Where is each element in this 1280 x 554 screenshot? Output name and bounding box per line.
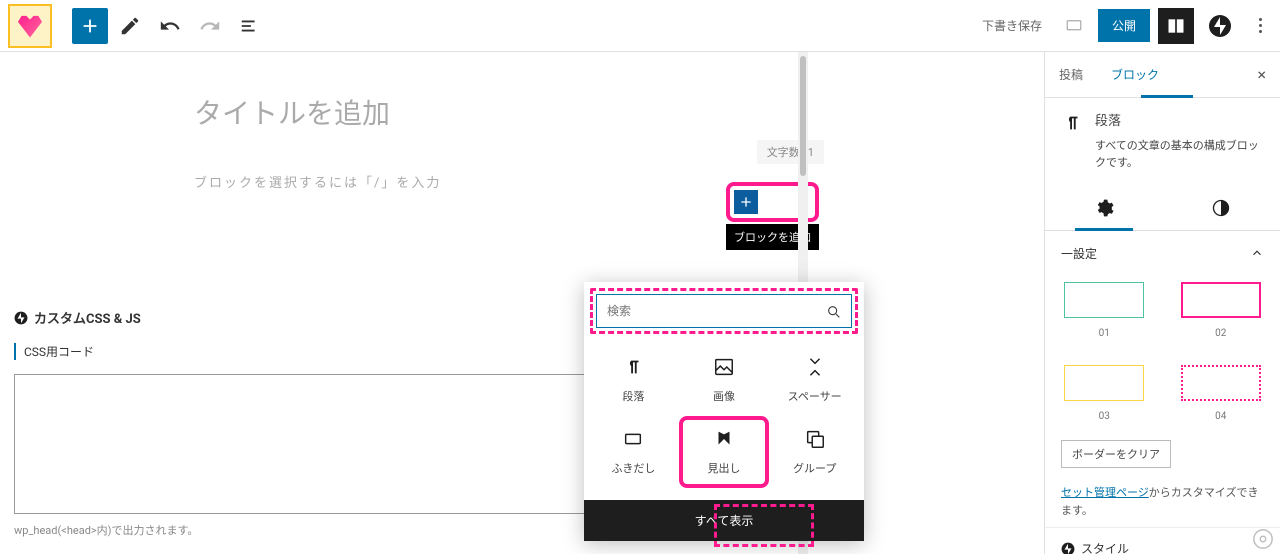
settings-section-toggle[interactable]: 一設定 <box>1061 245 1264 272</box>
styles-tab-button[interactable] <box>1163 186 1280 230</box>
scrollbar-thumb[interactable] <box>800 56 806 176</box>
paragraph-icon <box>622 356 644 378</box>
balloon-icon <box>622 428 644 450</box>
inline-add-block-button[interactable] <box>734 190 758 214</box>
block-type-title: 段落 <box>1095 112 1264 133</box>
inserter-item-label: 見出し <box>707 460 740 476</box>
gear-icon <box>1094 198 1114 218</box>
inserter-item-image[interactable]: 画像 <box>681 346 768 414</box>
gear-icon <box>1252 528 1274 550</box>
settings-sidebar: 投稿 ブロック × 段落 すべての文章の基本の構成ブロックです。 一設定 <box>1044 52 1280 554</box>
group-icon <box>804 428 826 450</box>
inserter-item-spacer[interactable]: スペーサー <box>771 346 858 414</box>
style-section-toggle[interactable]: スタイル <box>1045 527 1280 554</box>
char-count-badge: 文字数 : 1 <box>757 140 824 164</box>
paragraph-icon <box>1061 112 1083 134</box>
clear-border-button[interactable]: ボーダーをクリア <box>1061 440 1171 468</box>
top-toolbar: 下書き保存 公開 <box>0 0 1280 52</box>
jetpack-small-icon <box>1061 542 1075 554</box>
chevron-up-icon <box>1250 246 1264 260</box>
sidebar-close-button[interactable]: × <box>1243 55 1280 94</box>
redo-button[interactable] <box>192 8 228 44</box>
inserter-item-heading[interactable]: 見出し <box>681 418 768 486</box>
inserter-item-paragraph[interactable]: 段落 <box>590 346 677 414</box>
settings-toggle-button[interactable] <box>1158 8 1194 44</box>
post-title-input[interactable]: タイトルを追加 <box>194 92 1020 132</box>
search-icon <box>826 304 842 320</box>
jetpack-icon[interactable] <box>1206 12 1234 40</box>
inserter-item-label: 段落 <box>622 388 644 404</box>
customize-hint-text: セット管理ページからカスタマイズできます。 <box>1061 484 1264 519</box>
block-placeholder-text[interactable]: ブロックを選択するには「/」を入力 <box>194 172 1020 191</box>
inserter-item-balloon[interactable]: ふきだし <box>590 418 677 486</box>
inserter-item-label: ふきだし <box>611 460 655 476</box>
site-logo[interactable] <box>8 4 52 48</box>
heading-icon <box>713 428 735 450</box>
inserter-search-input[interactable] <box>596 294 852 328</box>
edit-mode-button[interactable] <box>112 8 148 44</box>
editor-canvas: タイトルを追加 文字数 : 1 ブロックを選択するには「/」を入力 ブロックを追… <box>0 52 1044 554</box>
settings-tab-button[interactable] <box>1045 186 1163 230</box>
annotation-highlight <box>679 416 770 488</box>
add-block-toolbar-button[interactable] <box>72 8 108 44</box>
preset-manage-link[interactable]: セット管理ページ <box>1061 486 1149 499</box>
preview-button[interactable] <box>1058 10 1090 42</box>
inserter-show-all-button[interactable]: すべて表示 <box>584 500 864 541</box>
border-preset-03[interactable]: 03 <box>1063 365 1146 422</box>
inserter-item-label: スペーサー <box>788 388 842 404</box>
block-type-description: すべての文章の基本の構成ブロックです。 <box>1095 137 1264 172</box>
border-preset-02[interactable]: 02 <box>1180 282 1263 339</box>
image-icon <box>713 356 735 378</box>
tab-block[interactable]: ブロック <box>1097 52 1173 97</box>
jetpack-small-icon <box>14 311 28 325</box>
inserter-item-label: 画像 <box>713 388 735 404</box>
contrast-icon <box>1211 198 1231 218</box>
block-inserter-popup: 段落 画像 スペーサー ふきだし 見出し <box>584 282 864 541</box>
spacer-icon <box>804 356 826 378</box>
undo-button[interactable] <box>152 8 188 44</box>
draft-save-button[interactable]: 下書き保存 <box>974 11 1050 40</box>
more-options-button[interactable] <box>1248 14 1272 38</box>
custom-css-heading: カスタムCSS & JS <box>34 308 141 327</box>
border-preset-04[interactable]: 04 <box>1180 365 1263 422</box>
tab-post[interactable]: 投稿 <box>1045 52 1097 97</box>
inserter-item-group[interactable]: グループ <box>771 418 858 486</box>
inserter-item-label: グループ <box>793 460 836 476</box>
list-view-button[interactable] <box>232 8 268 44</box>
publish-button[interactable]: 公開 <box>1098 9 1150 42</box>
border-preset-01[interactable]: 01 <box>1063 282 1146 339</box>
